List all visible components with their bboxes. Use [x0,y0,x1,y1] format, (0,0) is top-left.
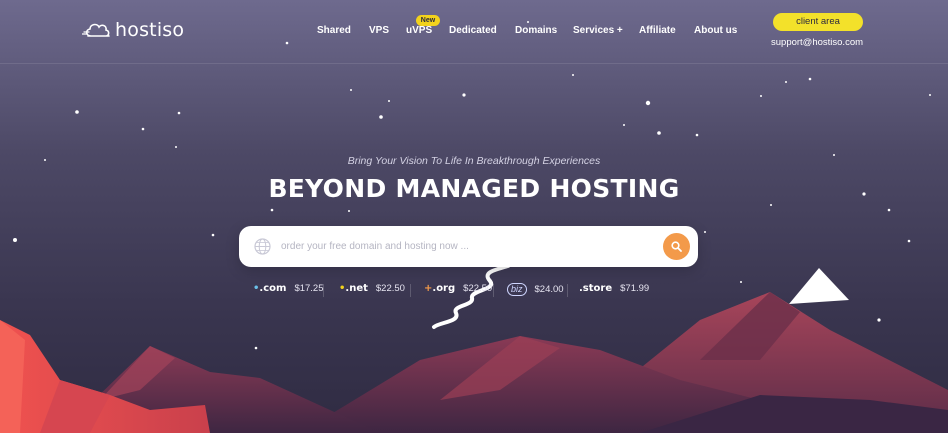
nav-item-services[interactable]: Services + [573,25,623,36]
tld-item-com[interactable]: •.com $17.25 [253,283,324,294]
brand-name: hostiso [115,19,185,41]
cloud-icon [82,21,112,39]
hero-tagline: Bring Your Vision To Life In Breakthroug… [347,155,601,167]
tld-price: $22.50 [375,283,405,294]
tld-name: biz [507,283,527,296]
tld-divider [410,284,411,297]
tld-item-biz[interactable]: biz $24.00 [507,283,564,296]
hero-title: BEYOND MANAGED HOSTING [268,174,680,203]
domain-search-bar [239,226,698,267]
tld-item-net[interactable]: •.net $22.50 [339,283,405,294]
tld-item-store[interactable]: .store $71.99 [579,283,649,294]
nav-item-dedicated[interactable]: Dedicated [449,25,497,36]
client-area-button[interactable]: client area [773,13,863,31]
nav-item-about-us[interactable]: About us [694,25,737,36]
tld-item-org[interactable]: +.org $22.50 [424,283,492,294]
nav-item-affiliate[interactable]: Affiliate [639,25,676,36]
support-email-link[interactable]: support@hostiso.com [771,37,863,48]
domain-search-input[interactable] [281,236,651,257]
tld-price: $17.25 [294,283,324,294]
hero-section: hostiso Shared VPS uVPS Dedicated Domain… [0,0,948,433]
tld-name: •.com [253,283,287,294]
nav-item-uvps[interactable]: uVPS [406,25,432,36]
tld-divider [567,284,568,297]
search-icon [671,241,682,252]
brand-logo[interactable]: hostiso [82,19,184,41]
squiggle-decoration [432,264,510,329]
tld-price: $71.99 [620,283,650,294]
tld-price: $22.50 [463,283,493,294]
tld-name: .store [579,283,613,294]
tld-price: $24.00 [534,284,564,295]
nav-item-vps[interactable]: VPS [369,25,389,36]
header-divider [0,63,948,64]
tld-price-list: •.com $17.25 •.net $22.50 +.org $22.50 b… [0,283,948,297]
tld-divider [323,284,324,297]
globe-icon [254,238,271,255]
tld-name: •.net [339,283,368,294]
nav-item-domains[interactable]: Domains [515,25,557,36]
new-badge: New [416,15,440,26]
tld-divider [493,284,494,297]
search-button[interactable] [663,233,690,260]
nav-item-shared[interactable]: Shared [317,25,351,36]
tld-name: +.org [424,283,456,294]
